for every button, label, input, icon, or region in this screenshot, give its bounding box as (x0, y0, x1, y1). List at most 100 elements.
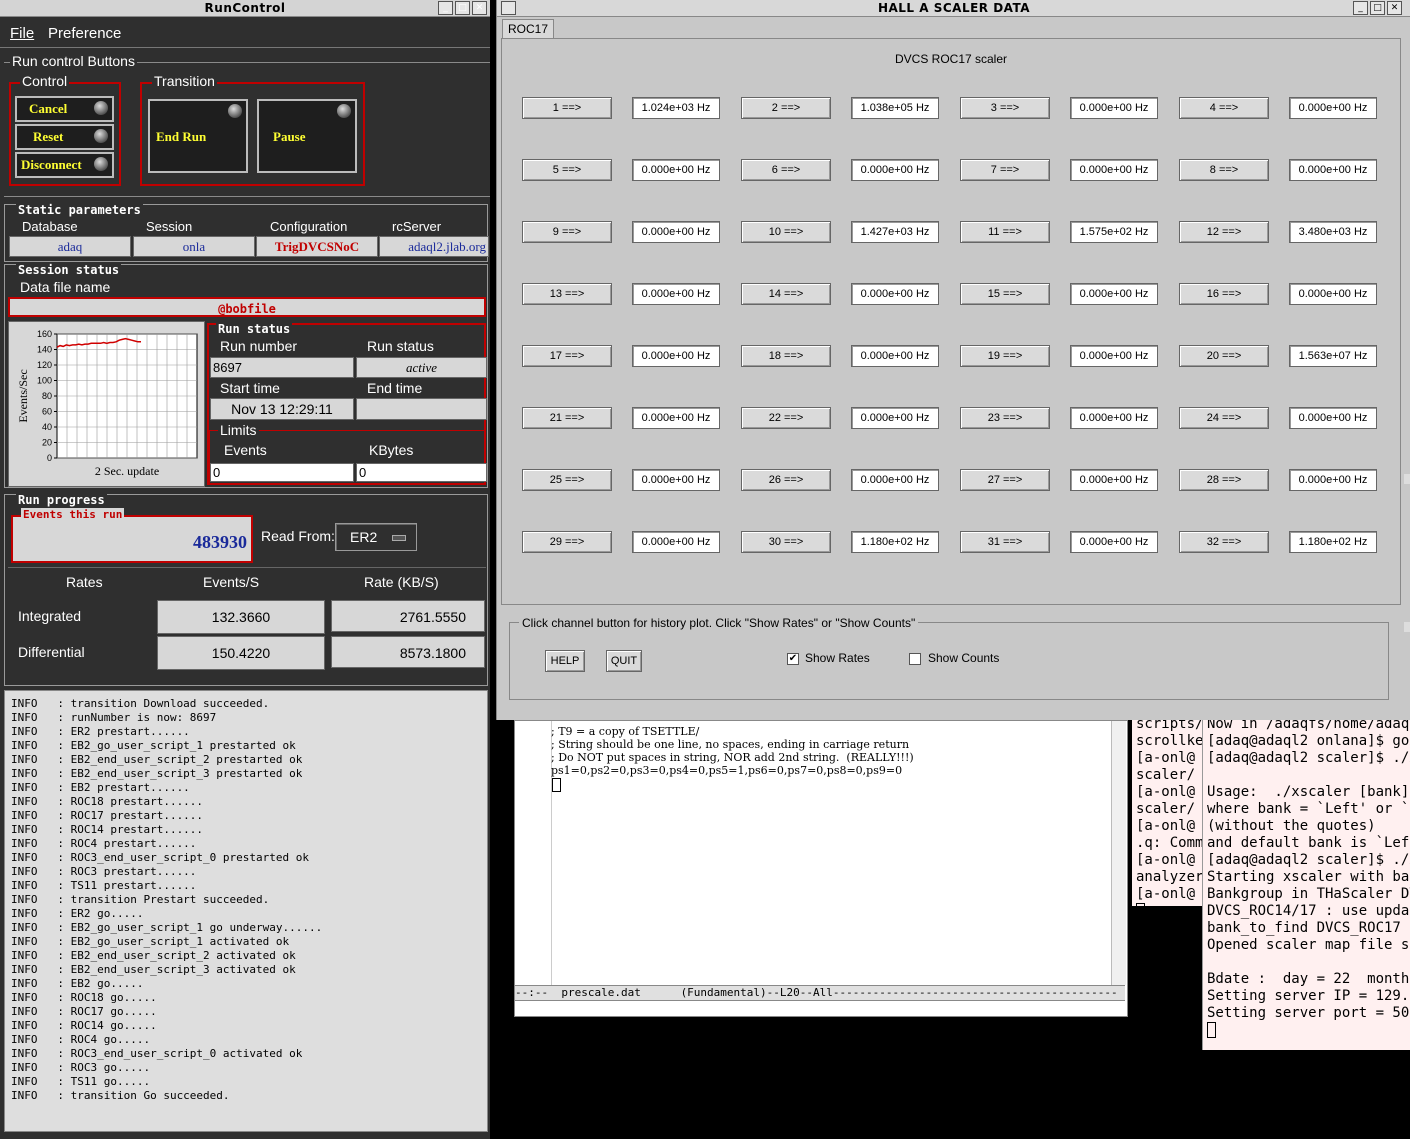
terminal-window-right[interactable]: Now in /adaqfs/home/adaq/[adaq@adaql2 on… (1202, 716, 1410, 1050)
text-cursor (552, 778, 561, 792)
channel-5-button[interactable]: 5 ==> (522, 159, 612, 181)
y-tick-label: 60 (42, 407, 52, 417)
channel-18-button[interactable]: 18 ==> (741, 345, 831, 367)
channel-3-button[interactable]: 3 ==> (960, 97, 1050, 119)
limits-label: Limits (218, 422, 259, 438)
log-line: INFO : EB2_end_user_script_2 prestarted … (11, 753, 303, 766)
events-limit-input[interactable]: 0 (210, 463, 354, 482)
runcontrol-titlebar[interactable]: RunControl (0, 0, 490, 17)
minimize-button[interactable]: _ (438, 1, 453, 15)
channel-28-button[interactable]: 28 ==> (1179, 469, 1269, 491)
scaler-window: HALL A SCALER DATA _ □ ✕ ROC17 DVCS ROC1… (496, 0, 1410, 720)
channel-14-value: 0.000e+00 Hz (851, 283, 939, 305)
channel-13-button[interactable]: 13 ==> (522, 283, 612, 305)
terminal-line: [a-onl@ (1136, 852, 1196, 868)
y-tick-label: 100 (37, 376, 52, 386)
channel-14-button[interactable]: 14 ==> (741, 283, 831, 305)
pause-button[interactable]: Pause (257, 99, 357, 173)
terminal-line: scrollke (1136, 733, 1202, 749)
close-button[interactable]: ✕ (472, 1, 487, 15)
run-number-field: 8697 (210, 357, 354, 378)
editor-gutter (515, 721, 552, 985)
channel-32-button[interactable]: 32 ==> (1179, 531, 1269, 553)
channel-26-button[interactable]: 26 ==> (741, 469, 831, 491)
terminal-line: Bdate : day = 22 month (1207, 971, 1410, 987)
channel-17-button[interactable]: 17 ==> (522, 345, 612, 367)
channel-9-value: 0.000e+00 Hz (632, 221, 720, 243)
channel-4-button[interactable]: 4 ==> (1179, 97, 1269, 119)
channel-20-button[interactable]: 20 ==> (1179, 345, 1269, 367)
menu-preference[interactable]: Preference (48, 25, 121, 42)
terminal-line: Opened scaler map file sc (1207, 937, 1410, 953)
database-label: Database (20, 219, 80, 234)
window-menu-button[interactable] (501, 1, 516, 15)
channel-29-button[interactable]: 29 ==> (522, 531, 612, 553)
run-status-label: Run status (365, 338, 436, 354)
log-line: INFO : ROC14 go..... (11, 1019, 157, 1032)
differential-label: Differential (18, 644, 85, 660)
run-status-field: active (356, 357, 487, 378)
indicator-icon (337, 104, 351, 118)
channel-6-button[interactable]: 6 ==> (741, 159, 831, 181)
static-parameters-header: Static parameters (16, 203, 143, 217)
channel-13-value: 0.000e+00 Hz (632, 283, 720, 305)
channel-7-button[interactable]: 7 ==> (960, 159, 1050, 181)
channel-9-button[interactable]: 9 ==> (522, 221, 612, 243)
kbytes-limit-input[interactable]: 0 (356, 463, 487, 482)
editor-window[interactable]: ; T9 = a copy of TSETTLE/ ; String shoul… (514, 720, 1128, 1017)
help-button[interactable]: HELP (545, 650, 585, 672)
channel-16-button[interactable]: 16 ==> (1179, 283, 1269, 305)
start-time-field: Nov 13 12:29:11 (210, 398, 354, 420)
channel-25-button[interactable]: 25 ==> (522, 469, 612, 491)
cancel-button[interactable]: Cancel (15, 96, 114, 122)
divider (4, 196, 490, 197)
channel-23-button[interactable]: 23 ==> (960, 407, 1050, 429)
channel-1-button[interactable]: 1 ==> (522, 97, 612, 119)
close-button[interactable]: ✕ (1387, 1, 1402, 15)
show-rates-checkbox[interactable]: ✔ (787, 653, 799, 665)
channel-24-value: 0.000e+00 Hz (1289, 407, 1377, 429)
log-line: INFO : ROC4 go..... (11, 1033, 151, 1046)
channel-10-button[interactable]: 10 ==> (741, 221, 831, 243)
end-time-label: End time (365, 380, 425, 396)
channel-22-button[interactable]: 22 ==> (741, 407, 831, 429)
terminal-line: analyzer (1136, 869, 1202, 885)
channel-15-button[interactable]: 15 ==> (960, 283, 1050, 305)
editor-scrollbar[interactable] (1111, 721, 1126, 985)
maximize-button[interactable]: □ (1370, 1, 1385, 15)
events-this-run-value: 483930 (193, 532, 247, 552)
quit-button[interactable]: QUIT (606, 650, 642, 672)
terminal-line: [adaq@adaql2 scaler]$ ./x (1207, 750, 1410, 766)
channel-31-button[interactable]: 31 ==> (960, 531, 1050, 553)
channel-24-button[interactable]: 24 ==> (1179, 407, 1269, 429)
channel-11-button[interactable]: 11 ==> (960, 221, 1050, 243)
reset-button[interactable]: Reset (15, 124, 114, 150)
log-panel[interactable]: INFO : transition Download succeeded. INF… (4, 690, 488, 1132)
menu-file[interactable]: File (10, 25, 34, 42)
channel-30-button[interactable]: 30 ==> (741, 531, 831, 553)
editor-line: ps1=0,ps2=0,ps3=0,ps4=0,ps5=1,ps6=0,ps7=… (551, 764, 903, 777)
channel-11-value: 1.575e+02 Hz (1070, 221, 1158, 243)
channel-8-button[interactable]: 8 ==> (1179, 159, 1269, 181)
channel-27-button[interactable]: 27 ==> (960, 469, 1050, 491)
end-run-button[interactable]: End Run (148, 99, 248, 173)
show-counts-checkbox[interactable] (909, 653, 921, 665)
rate-kbs-label: Rate (KB/S) (364, 574, 439, 590)
minimize-button[interactable]: _ (1353, 1, 1368, 15)
channel-19-button[interactable]: 19 ==> (960, 345, 1050, 367)
y-tick-label: 120 (37, 360, 52, 370)
read-from-dropdown[interactable]: ER2 (335, 523, 417, 551)
maximize-button[interactable]: □ (455, 1, 470, 15)
scaler-titlebar[interactable]: HALL A SCALER DATA (497, 0, 1410, 17)
channel-19-value: 0.000e+00 Hz (1070, 345, 1158, 367)
disconnect-label: Disconnect (21, 157, 82, 172)
editor-line: ; Do NOT put spaces in string, NOR add 2… (551, 751, 914, 764)
channel-4-value: 0.000e+00 Hz (1289, 97, 1377, 119)
log-line: INFO : ROC3_end_user_script_0 prestarted… (11, 851, 310, 864)
channel-21-button[interactable]: 21 ==> (522, 407, 612, 429)
tab-roc17[interactable]: ROC17 (502, 19, 554, 38)
channel-12-button[interactable]: 12 ==> (1179, 221, 1269, 243)
terminal-window-middle[interactable]: scripts/scrollke [a-onl@ scaler/[a-onl@ sca… (1132, 716, 1202, 906)
disconnect-button[interactable]: Disconnect (15, 152, 114, 178)
channel-2-button[interactable]: 2 ==> (741, 97, 831, 119)
